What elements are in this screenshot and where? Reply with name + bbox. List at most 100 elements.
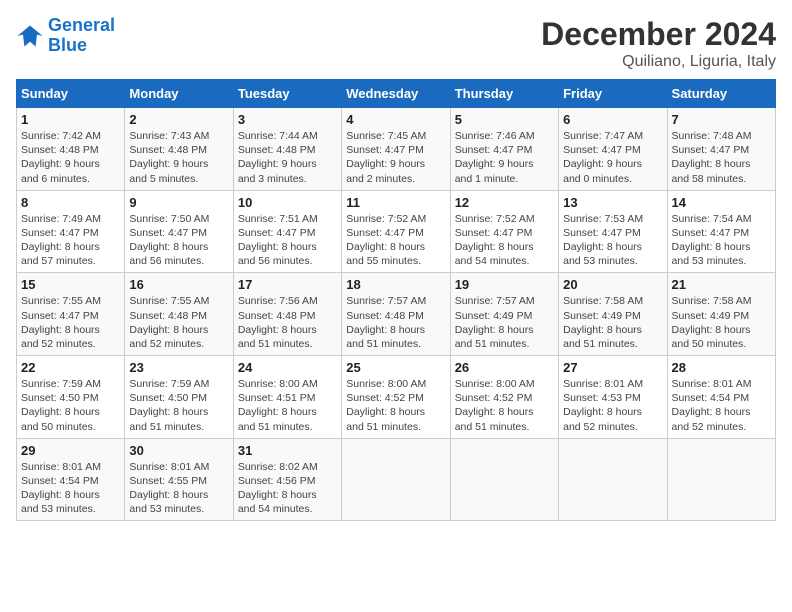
logo-icon: [16, 22, 44, 50]
day-number: 22: [21, 360, 120, 375]
day-number: 5: [455, 112, 554, 127]
calendar-cell: 7 Sunrise: 7:48 AMSunset: 4:47 PMDaylight…: [667, 108, 775, 191]
header-sunday: Sunday: [17, 80, 125, 108]
header-wednesday: Wednesday: [342, 80, 450, 108]
calendar-cell: 4 Sunrise: 7:45 AMSunset: 4:47 PMDaylight…: [342, 108, 450, 191]
calendar-cell: 2 Sunrise: 7:43 AMSunset: 4:48 PMDaylight…: [125, 108, 233, 191]
calendar-cell: [559, 438, 667, 521]
calendar-cell: 17 Sunrise: 7:56 AMSunset: 4:48 PMDayligh…: [233, 273, 341, 356]
day-info: Sunrise: 7:53 AMSunset: 4:47 PMDaylight:…: [563, 212, 662, 269]
page-header: General Blue December 2024 Quiliano, Lig…: [16, 16, 776, 71]
calendar-cell: 22 Sunrise: 7:59 AMSunset: 4:50 PMDayligh…: [17, 356, 125, 439]
day-number: 6: [563, 112, 662, 127]
day-number: 24: [238, 360, 337, 375]
day-number: 23: [129, 360, 228, 375]
calendar-cell: 29Sunrise: 8:01 AMSunset: 4:54 PMDayligh…: [17, 438, 125, 521]
day-info: Sunrise: 8:01 AMSunset: 4:54 PMDaylight:…: [672, 377, 771, 434]
calendar-cell: 25 Sunrise: 8:00 AMSunset: 4:52 PMDayligh…: [342, 356, 450, 439]
calendar-week-row: 29Sunrise: 8:01 AMSunset: 4:54 PMDayligh…: [17, 438, 776, 521]
calendar-cell: 23 Sunrise: 7:59 AMSunset: 4:50 PMDayligh…: [125, 356, 233, 439]
day-info: Sunrise: 7:51 AMSunset: 4:47 PMDaylight:…: [238, 212, 337, 269]
calendar-cell: 15 Sunrise: 7:55 AMSunset: 4:47 PMDayligh…: [17, 273, 125, 356]
day-info: Sunrise: 7:59 AMSunset: 4:50 PMDaylight:…: [129, 377, 228, 434]
day-number: 7: [672, 112, 771, 127]
calendar-week-row: 15 Sunrise: 7:55 AMSunset: 4:47 PMDayligh…: [17, 273, 776, 356]
calendar-cell: 19Sunrise: 7:57 AMSunset: 4:49 PMDayligh…: [450, 273, 558, 356]
calendar-cell: 18 Sunrise: 7:57 AMSunset: 4:48 PMDayligh…: [342, 273, 450, 356]
day-info: Sunrise: 7:56 AMSunset: 4:48 PMDaylight:…: [238, 294, 337, 351]
day-info: Sunrise: 7:45 AMSunset: 4:47 PMDaylight:…: [346, 129, 445, 186]
calendar-cell: 9 Sunrise: 7:50 AMSunset: 4:47 PMDaylight…: [125, 190, 233, 273]
day-number: 21: [672, 277, 771, 292]
calendar-cell: 1 Sunrise: 7:42 AMSunset: 4:48 PMDaylight…: [17, 108, 125, 191]
day-number: 14: [672, 195, 771, 210]
day-number: 11: [346, 195, 445, 210]
calendar-cell: 28 Sunrise: 8:01 AMSunset: 4:54 PMDayligh…: [667, 356, 775, 439]
calendar-cell: 13 Sunrise: 7:53 AMSunset: 4:47 PMDayligh…: [559, 190, 667, 273]
day-info: Sunrise: 7:47 AMSunset: 4:47 PMDaylight:…: [563, 129, 662, 186]
day-info: Sunrise: 7:57 AMSunset: 4:49 PMDaylight:…: [455, 294, 554, 351]
day-info: Sunrise: 7:58 AMSunset: 4:49 PMDaylight:…: [672, 294, 771, 351]
header-friday: Friday: [559, 80, 667, 108]
calendar-cell: 31Sunrise: 8:02 AMSunset: 4:56 PMDayligh…: [233, 438, 341, 521]
day-info: Sunrise: 7:50 AMSunset: 4:47 PMDaylight:…: [129, 212, 228, 269]
day-number: 13: [563, 195, 662, 210]
day-info: Sunrise: 7:49 AMSunset: 4:47 PMDaylight:…: [21, 212, 120, 269]
day-info: Sunrise: 7:55 AMSunset: 4:48 PMDaylight:…: [129, 294, 228, 351]
calendar-cell: 5 Sunrise: 7:46 AMSunset: 4:47 PMDaylight…: [450, 108, 558, 191]
calendar-cell: [342, 438, 450, 521]
calendar-subtitle: Quiliano, Liguria, Italy: [541, 53, 776, 71]
calendar-cell: 11 Sunrise: 7:52 AMSunset: 4:47 PMDayligh…: [342, 190, 450, 273]
calendar-cell: 14Sunrise: 7:54 AMSunset: 4:47 PMDayligh…: [667, 190, 775, 273]
calendar-week-row: 22 Sunrise: 7:59 AMSunset: 4:50 PMDayligh…: [17, 356, 776, 439]
day-info: Sunrise: 8:02 AMSunset: 4:56 PMDaylight:…: [238, 460, 337, 517]
calendar-cell: [450, 438, 558, 521]
day-info: Sunrise: 8:00 AMSunset: 4:52 PMDaylight:…: [346, 377, 445, 434]
day-info: Sunrise: 7:59 AMSunset: 4:50 PMDaylight:…: [21, 377, 120, 434]
day-number: 28: [672, 360, 771, 375]
logo-text: General Blue: [48, 16, 115, 56]
day-info: Sunrise: 7:42 AMSunset: 4:48 PMDaylight:…: [21, 129, 120, 186]
day-number: 25: [346, 360, 445, 375]
day-info: Sunrise: 7:55 AMSunset: 4:47 PMDaylight:…: [21, 294, 120, 351]
day-info: Sunrise: 7:44 AMSunset: 4:48 PMDaylight:…: [238, 129, 337, 186]
header-tuesday: Tuesday: [233, 80, 341, 108]
day-info: Sunrise: 7:48 AMSunset: 4:47 PMDaylight:…: [672, 129, 771, 186]
calendar-cell: 26 Sunrise: 8:00 AMSunset: 4:52 PMDayligh…: [450, 356, 558, 439]
day-info: Sunrise: 8:00 AMSunset: 4:52 PMDaylight:…: [455, 377, 554, 434]
logo: General Blue: [16, 16, 115, 56]
day-number: 2: [129, 112, 228, 127]
header-saturday: Saturday: [667, 80, 775, 108]
title-block: December 2024 Quiliano, Liguria, Italy: [541, 16, 776, 71]
day-info: Sunrise: 8:01 AMSunset: 4:54 PMDaylight:…: [21, 460, 120, 517]
day-number: 3: [238, 112, 337, 127]
day-number: 20: [563, 277, 662, 292]
day-number: 4: [346, 112, 445, 127]
day-number: 26: [455, 360, 554, 375]
header-monday: Monday: [125, 80, 233, 108]
calendar-title: December 2024: [541, 16, 776, 53]
day-number: 18: [346, 277, 445, 292]
calendar-cell: 24Sunrise: 8:00 AMSunset: 4:51 PMDayligh…: [233, 356, 341, 439]
day-info: Sunrise: 8:01 AMSunset: 4:53 PMDaylight:…: [563, 377, 662, 434]
day-number: 30: [129, 443, 228, 458]
day-number: 9: [129, 195, 228, 210]
header-thursday: Thursday: [450, 80, 558, 108]
day-number: 1: [21, 112, 120, 127]
day-number: 12: [455, 195, 554, 210]
calendar-week-row: 8 Sunrise: 7:49 AMSunset: 4:47 PMDaylight…: [17, 190, 776, 273]
day-info: Sunrise: 7:43 AMSunset: 4:48 PMDaylight:…: [129, 129, 228, 186]
day-number: 8: [21, 195, 120, 210]
day-info: Sunrise: 7:52 AMSunset: 4:47 PMDaylight:…: [455, 212, 554, 269]
day-number: 17: [238, 277, 337, 292]
day-info: Sunrise: 7:57 AMSunset: 4:48 PMDaylight:…: [346, 294, 445, 351]
day-number: 10: [238, 195, 337, 210]
calendar-cell: 3 Sunrise: 7:44 AMSunset: 4:48 PMDaylight…: [233, 108, 341, 191]
day-info: Sunrise: 7:46 AMSunset: 4:47 PMDaylight:…: [455, 129, 554, 186]
day-info: Sunrise: 7:52 AMSunset: 4:47 PMDaylight:…: [346, 212, 445, 269]
calendar-cell: 21 Sunrise: 7:58 AMSunset: 4:49 PMDayligh…: [667, 273, 775, 356]
day-number: 27: [563, 360, 662, 375]
calendar-cell: 12 Sunrise: 7:52 AMSunset: 4:47 PMDayligh…: [450, 190, 558, 273]
day-number: 15: [21, 277, 120, 292]
calendar-cell: 6 Sunrise: 7:47 AMSunset: 4:47 PMDaylight…: [559, 108, 667, 191]
